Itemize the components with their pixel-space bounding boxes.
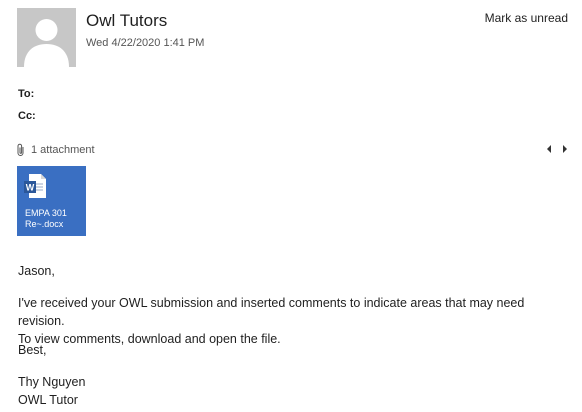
- sender-avatar: [17, 8, 76, 67]
- message-closing: Best,: [18, 343, 47, 357]
- message-signature: Thy Nguyen OWL Tutor: [18, 373, 574, 409]
- mark-as-unread-button[interactable]: Mark as unread: [485, 11, 568, 25]
- signature-title: OWL Tutor: [18, 393, 78, 407]
- attachment-filename: EMPA 301 Re~.docx: [25, 208, 67, 229]
- message-paragraph: I've received your OWL submission and in…: [18, 294, 574, 348]
- svg-text:W: W: [26, 183, 35, 193]
- cc-label: Cc:: [18, 110, 36, 122]
- attachment-summary: 1 attachment: [16, 143, 95, 157]
- email-reading-pane: Owl Tutors Wed 4/22/2020 1:41 PM Mark as…: [0, 0, 582, 412]
- sent-date: Wed 4/22/2020 1:41 PM: [86, 37, 205, 49]
- attachment-count: 1 attachment: [31, 144, 95, 156]
- chevron-right-icon[interactable]: [562, 144, 568, 154]
- paperclip-icon: [17, 143, 24, 156]
- person-silhouette-icon: [24, 19, 69, 67]
- attachment-nav: [546, 144, 568, 154]
- signature-name: Thy Nguyen: [18, 375, 86, 389]
- message-greeting: Jason,: [18, 264, 55, 278]
- attachment-tile[interactable]: W EMPA 301 Re~.docx: [17, 166, 86, 236]
- message-line-1: I've received your OWL submission and in…: [18, 296, 525, 328]
- word-doc-icon: W: [24, 174, 46, 198]
- chevron-left-icon[interactable]: [546, 144, 552, 154]
- to-label: To:: [18, 88, 35, 100]
- sender-name[interactable]: Owl Tutors: [86, 11, 167, 31]
